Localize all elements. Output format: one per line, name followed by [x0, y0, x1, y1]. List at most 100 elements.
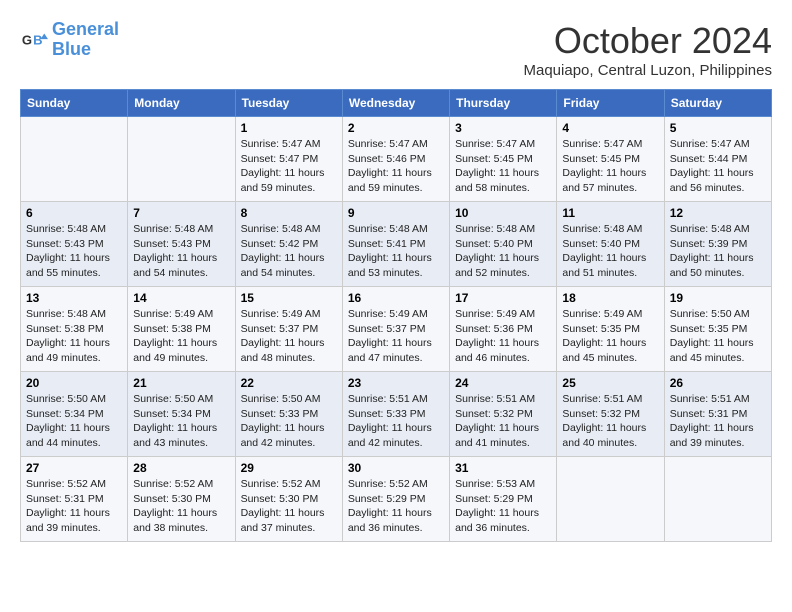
day-info: Sunrise: 5:52 AM Sunset: 5:30 PM Dayligh… — [241, 477, 337, 536]
day-number: 11 — [562, 206, 658, 220]
day-cell: 12 Sunrise: 5:48 AM Sunset: 5:39 PM Dayli… — [664, 202, 771, 287]
day-info: Sunrise: 5:52 AM Sunset: 5:29 PM Dayligh… — [348, 477, 444, 536]
day-number: 2 — [348, 121, 444, 135]
day-info: Sunrise: 5:48 AM Sunset: 5:43 PM Dayligh… — [26, 222, 122, 281]
day-number: 9 — [348, 206, 444, 220]
day-cell — [557, 457, 664, 542]
day-cell: 1 Sunrise: 5:47 AM Sunset: 5:47 PM Daylig… — [235, 117, 342, 202]
day-number: 12 — [670, 206, 766, 220]
day-cell: 19Sunrise: 5:50 AM Sunset: 5:35 PM Dayli… — [664, 287, 771, 372]
day-cell: 30 Sunrise: 5:52 AM Sunset: 5:29 PM Dayli… — [342, 457, 449, 542]
column-header-monday: Monday — [128, 90, 235, 117]
day-number: 29 — [241, 461, 337, 475]
day-number: 26 — [670, 376, 766, 390]
day-cell: 6 Sunrise: 5:48 AM Sunset: 5:43 PM Daylig… — [21, 202, 128, 287]
day-cell: 24 Sunrise: 5:51 AM Sunset: 5:32 PM Dayli… — [450, 372, 557, 457]
day-cell: 7 Sunrise: 5:48 AM Sunset: 5:43 PM Daylig… — [128, 202, 235, 287]
day-info: Sunrise: 5:48 AM Sunset: 5:39 PM Dayligh… — [670, 222, 766, 281]
day-info: Sunrise: 5:48 AM Sunset: 5:40 PM Dayligh… — [455, 222, 551, 281]
day-number: 31 — [455, 461, 551, 475]
day-number: 18 — [562, 291, 658, 305]
day-number: 3 — [455, 121, 551, 135]
column-header-thursday: Thursday — [450, 90, 557, 117]
day-number: 6 — [26, 206, 122, 220]
day-info: Sunrise: 5:48 AM Sunset: 5:40 PM Dayligh… — [562, 222, 658, 281]
day-cell: 9 Sunrise: 5:48 AM Sunset: 5:41 PM Daylig… — [342, 202, 449, 287]
day-number: 15 — [241, 291, 337, 305]
day-info: Sunrise: 5:49 AM Sunset: 5:37 PM Dayligh… — [241, 307, 337, 366]
day-info: Sunrise: 5:49 AM Sunset: 5:37 PM Dayligh… — [348, 307, 444, 366]
calendar-table: SundayMondayTuesdayWednesdayThursdayFrid… — [20, 89, 772, 542]
day-info: Sunrise: 5:51 AM Sunset: 5:31 PM Dayligh… — [670, 392, 766, 451]
day-info: Sunrise: 5:48 AM Sunset: 5:41 PM Dayligh… — [348, 222, 444, 281]
day-cell: 20Sunrise: 5:50 AM Sunset: 5:34 PM Dayli… — [21, 372, 128, 457]
day-info: Sunrise: 5:49 AM Sunset: 5:35 PM Dayligh… — [562, 307, 658, 366]
day-info: Sunrise: 5:49 AM Sunset: 5:36 PM Dayligh… — [455, 307, 551, 366]
location: Maquiapo, Central Luzon, Philippines — [524, 62, 773, 79]
day-number: 8 — [241, 206, 337, 220]
day-cell: 8 Sunrise: 5:48 AM Sunset: 5:42 PM Daylig… — [235, 202, 342, 287]
day-cell: 27Sunrise: 5:52 AM Sunset: 5:31 PM Dayli… — [21, 457, 128, 542]
day-number: 7 — [133, 206, 229, 220]
day-cell: 17 Sunrise: 5:49 AM Sunset: 5:36 PM Dayli… — [450, 287, 557, 372]
day-cell: 2Sunrise: 5:47 AM Sunset: 5:46 PM Daylig… — [342, 117, 449, 202]
header-row: SundayMondayTuesdayWednesdayThursdayFrid… — [21, 90, 772, 117]
day-number: 17 — [455, 291, 551, 305]
day-cell: 4 Sunrise: 5:47 AM Sunset: 5:45 PM Daylig… — [557, 117, 664, 202]
day-cell: 22Sunrise: 5:50 AM Sunset: 5:33 PM Dayli… — [235, 372, 342, 457]
day-number: 13 — [26, 291, 122, 305]
day-cell: 18 Sunrise: 5:49 AM Sunset: 5:35 PM Dayli… — [557, 287, 664, 372]
day-cell: 5Sunrise: 5:47 AM Sunset: 5:44 PM Daylig… — [664, 117, 771, 202]
day-info: Sunrise: 5:50 AM Sunset: 5:33 PM Dayligh… — [241, 392, 337, 451]
day-cell: 13 Sunrise: 5:48 AM Sunset: 5:38 PM Dayli… — [21, 287, 128, 372]
day-info: Sunrise: 5:47 AM Sunset: 5:47 PM Dayligh… — [241, 137, 337, 196]
day-number: 30 — [348, 461, 444, 475]
day-cell: 23 Sunrise: 5:51 AM Sunset: 5:33 PM Dayli… — [342, 372, 449, 457]
day-info: Sunrise: 5:52 AM Sunset: 5:30 PM Dayligh… — [133, 477, 229, 536]
day-info: Sunrise: 5:48 AM Sunset: 5:43 PM Dayligh… — [133, 222, 229, 281]
week-row-3: 13 Sunrise: 5:48 AM Sunset: 5:38 PM Dayli… — [21, 287, 772, 372]
logo-text: GeneralBlue — [52, 20, 119, 60]
day-cell — [664, 457, 771, 542]
day-info: Sunrise: 5:52 AM Sunset: 5:31 PM Dayligh… — [26, 477, 122, 536]
logo: G B GeneralBlue — [20, 20, 119, 60]
day-number: 28 — [133, 461, 229, 475]
svg-text:B: B — [33, 32, 42, 47]
day-number: 4 — [562, 121, 658, 135]
day-number: 1 — [241, 121, 337, 135]
column-header-saturday: Saturday — [664, 90, 771, 117]
day-number: 20 — [26, 376, 122, 390]
column-header-sunday: Sunday — [21, 90, 128, 117]
day-number: 23 — [348, 376, 444, 390]
day-info: Sunrise: 5:48 AM Sunset: 5:42 PM Dayligh… — [241, 222, 337, 281]
day-info: Sunrise: 5:53 AM Sunset: 5:29 PM Dayligh… — [455, 477, 551, 536]
column-header-wednesday: Wednesday — [342, 90, 449, 117]
day-cell: 28 Sunrise: 5:52 AM Sunset: 5:30 PM Dayli… — [128, 457, 235, 542]
day-number: 25 — [562, 376, 658, 390]
day-number: 5 — [670, 121, 766, 135]
day-info: Sunrise: 5:51 AM Sunset: 5:33 PM Dayligh… — [348, 392, 444, 451]
day-info: Sunrise: 5:49 AM Sunset: 5:38 PM Dayligh… — [133, 307, 229, 366]
day-info: Sunrise: 5:51 AM Sunset: 5:32 PM Dayligh… — [455, 392, 551, 451]
day-info: Sunrise: 5:48 AM Sunset: 5:38 PM Dayligh… — [26, 307, 122, 366]
column-header-tuesday: Tuesday — [235, 90, 342, 117]
column-header-friday: Friday — [557, 90, 664, 117]
day-number: 14 — [133, 291, 229, 305]
day-info: Sunrise: 5:50 AM Sunset: 5:34 PM Dayligh… — [133, 392, 229, 451]
day-number: 24 — [455, 376, 551, 390]
logo-icon: G B — [20, 26, 48, 54]
day-info: Sunrise: 5:50 AM Sunset: 5:35 PM Dayligh… — [670, 307, 766, 366]
day-cell: 15 Sunrise: 5:49 AM Sunset: 5:37 PM Dayli… — [235, 287, 342, 372]
month-title: October 2024 — [524, 20, 773, 62]
day-cell: 31 Sunrise: 5:53 AM Sunset: 5:29 PM Dayli… — [450, 457, 557, 542]
day-info: Sunrise: 5:47 AM Sunset: 5:45 PM Dayligh… — [562, 137, 658, 196]
day-number: 21 — [133, 376, 229, 390]
week-row-5: 27Sunrise: 5:52 AM Sunset: 5:31 PM Dayli… — [21, 457, 772, 542]
day-info: Sunrise: 5:47 AM Sunset: 5:45 PM Dayligh… — [455, 137, 551, 196]
day-info: Sunrise: 5:51 AM Sunset: 5:32 PM Dayligh… — [562, 392, 658, 451]
day-cell: 25 Sunrise: 5:51 AM Sunset: 5:32 PM Dayli… — [557, 372, 664, 457]
page-header: G B GeneralBlue October 2024 Maquiapo, C… — [20, 20, 772, 79]
day-cell: 14 Sunrise: 5:49 AM Sunset: 5:38 PM Dayli… — [128, 287, 235, 372]
day-number: 16 — [348, 291, 444, 305]
svg-text:G: G — [22, 32, 32, 47]
